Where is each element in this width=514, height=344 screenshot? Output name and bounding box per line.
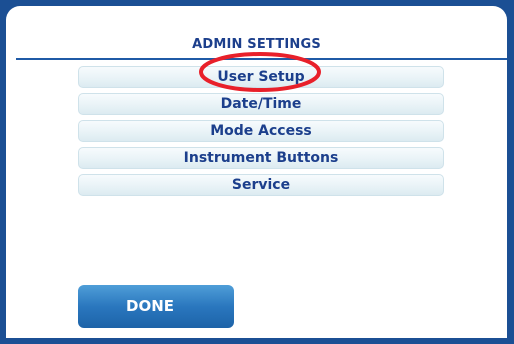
- done-button[interactable]: DONE: [78, 285, 234, 328]
- menu-item-date-time[interactable]: Date/Time: [78, 93, 444, 115]
- menu-item-instrument-buttons[interactable]: Instrument Buttons: [78, 147, 444, 169]
- menu-item-service[interactable]: Service: [78, 174, 444, 196]
- menu-item-mode-access[interactable]: Mode Access: [78, 120, 444, 142]
- admin-settings-screen: ADMIN SETTINGS User Setup Date/Time Mode…: [6, 6, 507, 338]
- title-divider: [16, 58, 507, 60]
- page-title: ADMIN SETTINGS: [192, 37, 321, 52]
- settings-menu: User Setup Date/Time Mode Access Instrum…: [78, 66, 444, 201]
- menu-item-user-setup[interactable]: User Setup: [78, 66, 444, 88]
